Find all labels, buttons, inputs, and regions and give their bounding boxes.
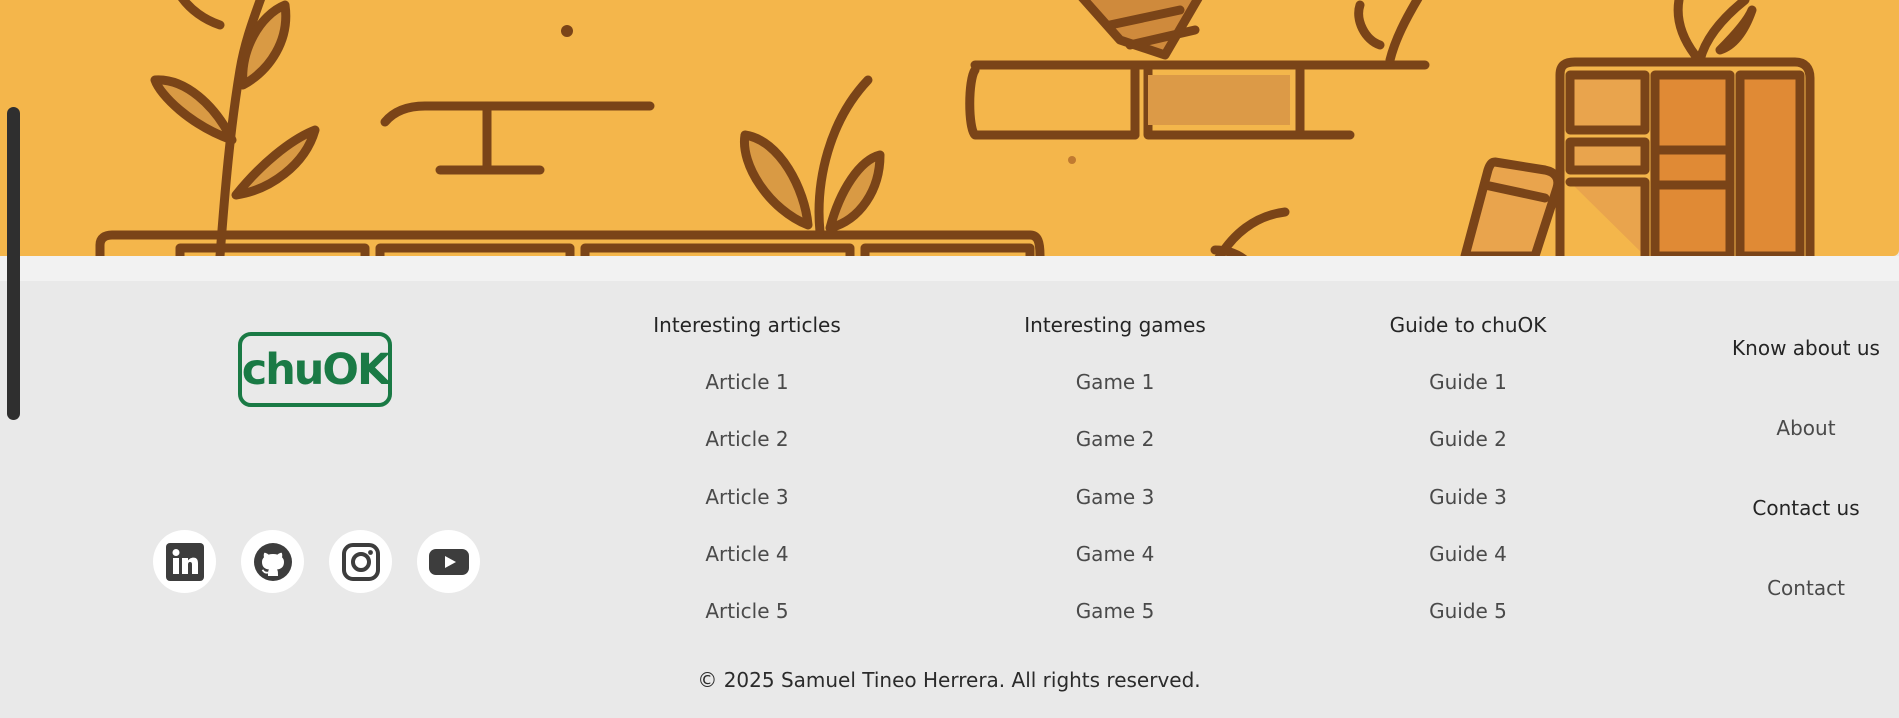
guide-link-5[interactable]: Guide 5 [1429, 599, 1507, 623]
game-link-3[interactable]: Game 3 [1076, 485, 1155, 509]
game-link-1[interactable]: Game 1 [1076, 370, 1155, 394]
contact-us-title: Contact us [1752, 496, 1860, 520]
about-link[interactable]: About [1776, 416, 1835, 440]
copyright-text: © 2025 Samuel Tineo Herrera. All rights … [697, 668, 1201, 692]
linkedin-button[interactable] [153, 530, 216, 593]
guide-link-4[interactable]: Guide 4 [1429, 542, 1507, 566]
games-title: Interesting games [1024, 313, 1206, 337]
hero-illustration [0, 0, 1899, 256]
know-about-title: Know about us [1732, 336, 1880, 360]
articles-title: Interesting articles [653, 313, 841, 337]
youtube-icon [428, 548, 469, 575]
article-link-2[interactable]: Article 2 [705, 427, 788, 451]
youtube-button[interactable] [417, 530, 480, 593]
article-link-1[interactable]: Article 1 [705, 370, 788, 394]
article-link-3[interactable]: Article 3 [705, 485, 788, 509]
guide-link-1[interactable]: Guide 1 [1429, 370, 1507, 394]
contact-link[interactable]: Contact [1767, 576, 1845, 600]
game-link-5[interactable]: Game 5 [1076, 599, 1155, 623]
article-link-4[interactable]: Article 4 [705, 542, 788, 566]
instagram-button[interactable] [329, 530, 392, 593]
guide-link-3[interactable]: Guide 3 [1429, 485, 1507, 509]
article-link-5[interactable]: Article 5 [705, 599, 788, 623]
linkedin-icon [165, 542, 204, 581]
github-icon [253, 542, 292, 581]
scrollbar-thumb[interactable] [7, 107, 20, 420]
section-gap [0, 256, 1899, 281]
instagram-icon [341, 542, 380, 581]
github-button[interactable] [241, 530, 304, 593]
game-link-4[interactable]: Game 4 [1076, 542, 1155, 566]
chuok-logo[interactable]: chuOK [238, 332, 392, 407]
guide-link-2[interactable]: Guide 2 [1429, 427, 1507, 451]
plants-books-illustration [95, 0, 1815, 256]
guides-title: Guide to chuOK [1389, 313, 1547, 337]
social-links [153, 530, 480, 593]
game-link-2[interactable]: Game 2 [1076, 427, 1155, 451]
